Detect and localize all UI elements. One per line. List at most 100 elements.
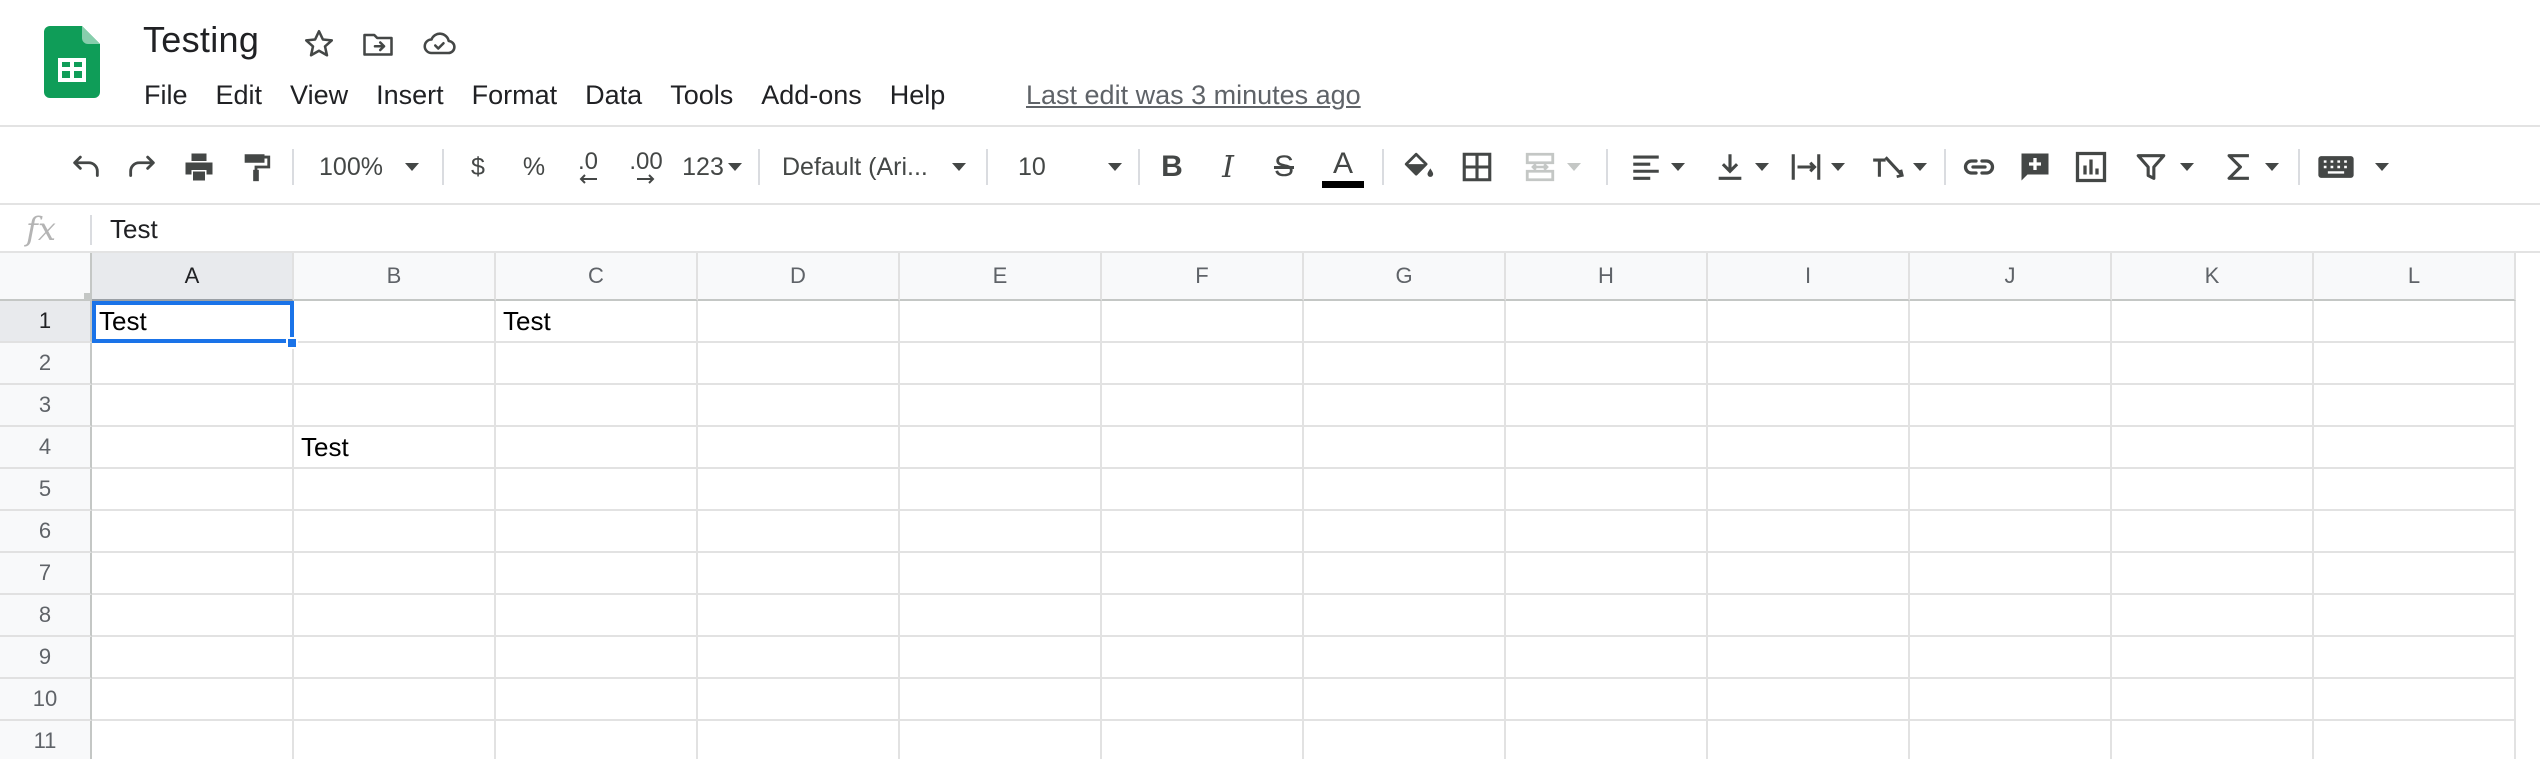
cell-k2[interactable] bbox=[2112, 343, 2314, 385]
cell-d1[interactable] bbox=[698, 301, 900, 343]
italic-button[interactable]: I bbox=[1208, 145, 1248, 189]
row-header-2[interactable]: 2 bbox=[0, 343, 92, 385]
cell-h7[interactable] bbox=[1506, 553, 1708, 595]
font-size-select[interactable]: 10 bbox=[1000, 145, 1130, 189]
cell-g10[interactable] bbox=[1304, 679, 1506, 721]
cell-l2[interactable] bbox=[2314, 343, 2516, 385]
zoom-select[interactable]: 100% bbox=[304, 145, 434, 189]
print-icon[interactable] bbox=[178, 145, 220, 189]
cell-a9[interactable] bbox=[92, 637, 294, 679]
sheets-logo-icon[interactable] bbox=[44, 26, 100, 98]
cell-a7[interactable] bbox=[92, 553, 294, 595]
cell-l1[interactable] bbox=[2314, 301, 2516, 343]
cell-d10[interactable] bbox=[698, 679, 900, 721]
cell-e5[interactable] bbox=[900, 469, 1102, 511]
cell-j9[interactable] bbox=[1910, 637, 2112, 679]
cell-i4[interactable] bbox=[1708, 427, 1910, 469]
borders-icon[interactable] bbox=[1456, 145, 1498, 189]
vertical-align-button[interactable] bbox=[1706, 145, 1776, 189]
menu-tools[interactable]: Tools bbox=[656, 74, 747, 116]
select-all-corner[interactable] bbox=[0, 253, 92, 301]
cell-k10[interactable] bbox=[2112, 679, 2314, 721]
cell-c9[interactable] bbox=[496, 637, 698, 679]
cloud-saved-icon[interactable] bbox=[419, 24, 459, 64]
column-header-b[interactable]: B bbox=[294, 253, 496, 301]
last-edit-link[interactable]: Last edit was 3 minutes ago bbox=[1026, 74, 1361, 116]
move-to-folder-icon[interactable] bbox=[358, 24, 398, 64]
cell-e6[interactable] bbox=[900, 511, 1102, 553]
row-header-6[interactable]: 6 bbox=[0, 511, 92, 553]
cell-h4[interactable] bbox=[1506, 427, 1708, 469]
cell-i6[interactable] bbox=[1708, 511, 1910, 553]
undo-icon[interactable] bbox=[66, 145, 106, 189]
currency-format-button[interactable]: $ bbox=[458, 145, 498, 189]
cell-c8[interactable] bbox=[496, 595, 698, 637]
cell-a11[interactable] bbox=[92, 721, 294, 759]
cell-j10[interactable] bbox=[1910, 679, 2112, 721]
cell-j5[interactable] bbox=[1910, 469, 2112, 511]
cell-d4[interactable] bbox=[698, 427, 900, 469]
cell-k4[interactable] bbox=[2112, 427, 2314, 469]
insert-link-icon[interactable] bbox=[1958, 145, 2000, 189]
cell-l7[interactable] bbox=[2314, 553, 2516, 595]
cell-e1[interactable] bbox=[900, 301, 1102, 343]
cell-i5[interactable] bbox=[1708, 469, 1910, 511]
merge-cells-button[interactable] bbox=[1514, 145, 1590, 189]
cell-i10[interactable] bbox=[1708, 679, 1910, 721]
cell-b8[interactable] bbox=[294, 595, 496, 637]
cell-i7[interactable] bbox=[1708, 553, 1910, 595]
cell-a3[interactable] bbox=[92, 385, 294, 427]
cell-e11[interactable] bbox=[900, 721, 1102, 759]
functions-button[interactable] bbox=[2218, 145, 2284, 189]
cell-g2[interactable] bbox=[1304, 343, 1506, 385]
cell-k6[interactable] bbox=[2112, 511, 2314, 553]
cell-j1[interactable] bbox=[1910, 301, 2112, 343]
input-tools-button[interactable] bbox=[2316, 145, 2390, 189]
cell-a6[interactable] bbox=[92, 511, 294, 553]
row-header-11[interactable]: 11 bbox=[0, 721, 92, 759]
cell-d3[interactable] bbox=[698, 385, 900, 427]
cell-f3[interactable] bbox=[1102, 385, 1304, 427]
column-header-e[interactable]: E bbox=[900, 253, 1102, 301]
menu-format[interactable]: Format bbox=[458, 74, 572, 116]
menu-file[interactable]: File bbox=[130, 74, 202, 116]
column-header-i[interactable]: I bbox=[1708, 253, 1910, 301]
cell-e9[interactable] bbox=[900, 637, 1102, 679]
cell-b7[interactable] bbox=[294, 553, 496, 595]
cell-k8[interactable] bbox=[2112, 595, 2314, 637]
cell-b5[interactable] bbox=[294, 469, 496, 511]
cell-g3[interactable] bbox=[1304, 385, 1506, 427]
cell-k7[interactable] bbox=[2112, 553, 2314, 595]
cell-g4[interactable] bbox=[1304, 427, 1506, 469]
cell-f5[interactable] bbox=[1102, 469, 1304, 511]
cell-h10[interactable] bbox=[1506, 679, 1708, 721]
paint-format-icon[interactable] bbox=[236, 145, 276, 189]
menu-data[interactable]: Data bbox=[571, 74, 656, 116]
column-header-c[interactable]: C bbox=[496, 253, 698, 301]
cell-f8[interactable] bbox=[1102, 595, 1304, 637]
fill-color-icon[interactable] bbox=[1398, 145, 1440, 189]
cell-d5[interactable] bbox=[698, 469, 900, 511]
cell-f6[interactable] bbox=[1102, 511, 1304, 553]
cell-j11[interactable] bbox=[1910, 721, 2112, 759]
text-color-button[interactable]: A bbox=[1320, 145, 1366, 189]
cell-j6[interactable] bbox=[1910, 511, 2112, 553]
column-header-l[interactable]: L bbox=[2314, 253, 2516, 301]
cell-g8[interactable] bbox=[1304, 595, 1506, 637]
row-header-4[interactable]: 4 bbox=[0, 427, 92, 469]
row-header-5[interactable]: 5 bbox=[0, 469, 92, 511]
insert-comment-icon[interactable] bbox=[2014, 145, 2056, 189]
cell-i3[interactable] bbox=[1708, 385, 1910, 427]
cell-j2[interactable] bbox=[1910, 343, 2112, 385]
row-header-8[interactable]: 8 bbox=[0, 595, 92, 637]
cell-b1[interactable] bbox=[294, 301, 496, 343]
decrease-decimal-button[interactable]: .0 bbox=[566, 145, 610, 189]
cell-i9[interactable] bbox=[1708, 637, 1910, 679]
more-formats-select[interactable]: 123 bbox=[680, 145, 744, 189]
cell-b3[interactable] bbox=[294, 385, 496, 427]
cell-e10[interactable] bbox=[900, 679, 1102, 721]
cell-f1[interactable] bbox=[1102, 301, 1304, 343]
column-header-k[interactable]: K bbox=[2112, 253, 2314, 301]
cell-f9[interactable] bbox=[1102, 637, 1304, 679]
cell-g11[interactable] bbox=[1304, 721, 1506, 759]
